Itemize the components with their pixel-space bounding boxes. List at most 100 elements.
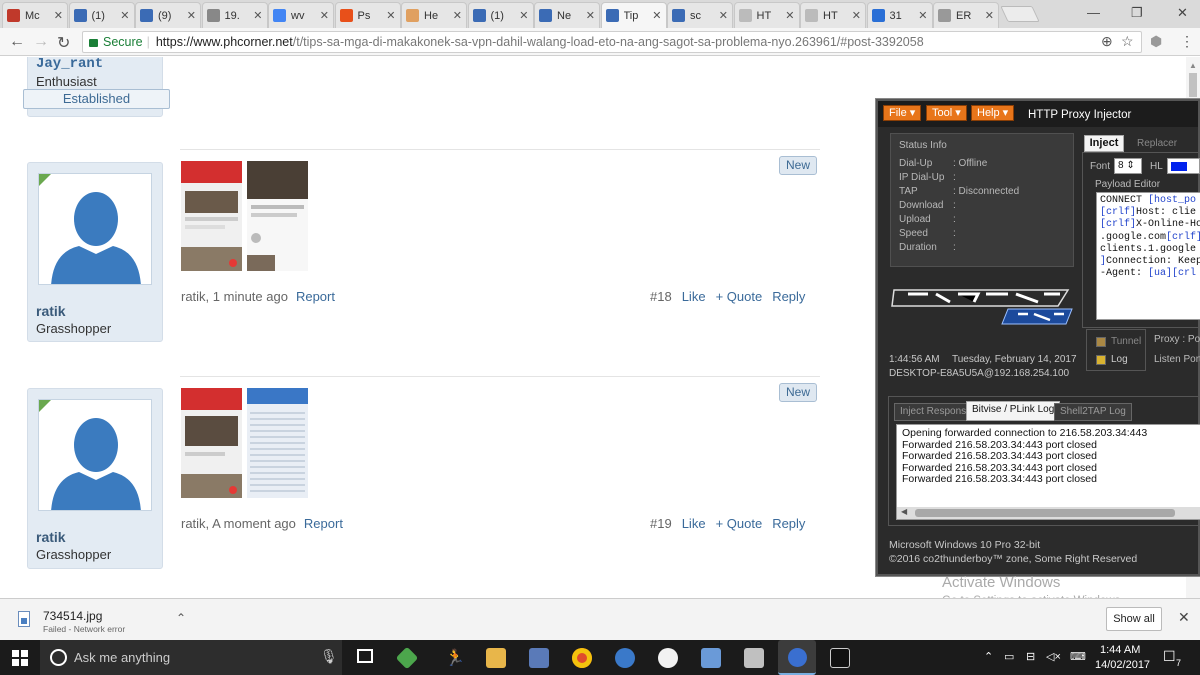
file-explorer-icon[interactable] — [486, 648, 506, 668]
log-checkbox[interactable] — [1096, 355, 1106, 365]
kodi-icon[interactable] — [615, 648, 635, 668]
battery-icon[interactable]: ▭ — [1004, 650, 1014, 663]
close-window-icon[interactable]: ✕ — [1177, 5, 1188, 21]
chrome-icon[interactable] — [572, 648, 592, 668]
tool-menu[interactable]: Tool ▾ — [926, 105, 967, 121]
like-link[interactable]: Like — [682, 289, 706, 304]
payload-editor[interactable]: CONNECT [host_po [crlf]Host: clie [crlf]… — [1096, 192, 1200, 320]
post-author-name[interactable]: ratik — [36, 303, 66, 319]
tab-close-icon[interactable]: ✕ — [453, 9, 462, 22]
browser-tab[interactable]: (1) ✕ — [68, 2, 135, 28]
browser-tab[interactable]: Ps ✕ — [334, 2, 401, 28]
zoom-icon[interactable]: ⊕ — [1101, 33, 1113, 50]
show-all-button[interactable]: Show all — [1106, 607, 1162, 631]
post-author-time[interactable]: ratik, A moment ago — [181, 516, 296, 531]
attachment-thumbnail[interactable] — [247, 161, 308, 271]
close-download-bar-icon[interactable]: ✕ — [1178, 609, 1190, 626]
tab-close-icon[interactable]: ✕ — [652, 9, 661, 22]
new-tab-button[interactable] — [1000, 6, 1040, 22]
browser-tab[interactable]: 31 ✕ — [866, 2, 933, 28]
microphone-icon[interactable]: 🎙 — [320, 648, 338, 665]
clock-time[interactable]: 1:44 AM — [1100, 644, 1140, 656]
browser-tab[interactable]: HT ✕ — [733, 2, 800, 28]
browser-tab[interactable]: Ne ✕ — [534, 2, 600, 28]
post-number[interactable]: #18 — [650, 289, 672, 304]
tab-shell2tap-log[interactable]: Shell2TAP Log — [1054, 403, 1132, 421]
reload-icon[interactable]: ↻ — [57, 33, 70, 53]
quote-link[interactable]: + Quote — [716, 516, 763, 531]
highlight-color-select[interactable] — [1167, 158, 1200, 174]
tab-close-icon[interactable]: ✕ — [586, 9, 595, 22]
browser-tab[interactable]: wv ✕ — [268, 2, 334, 28]
browser-tab[interactable]: (1) ✕ — [467, 2, 534, 28]
menu-dots-icon[interactable]: ⋮ — [1180, 33, 1194, 50]
forward-arrow-icon[interactable]: → — [33, 33, 49, 51]
help-menu[interactable]: Help ▾ — [971, 105, 1015, 121]
back-arrow-icon[interactable]: ← — [9, 33, 25, 51]
app-notepad-icon[interactable] — [701, 648, 721, 668]
tab-plink-log[interactable]: Bitvise / PLink Log — [966, 401, 1061, 421]
keyboard-icon[interactable]: ⌨ — [1070, 650, 1086, 663]
tab-close-icon[interactable]: ✕ — [852, 9, 861, 22]
avatar[interactable] — [38, 173, 152, 285]
psiphon-icon[interactable] — [658, 648, 678, 668]
browser-tab[interactable]: 19. ✕ — [201, 2, 268, 28]
browser-tab[interactable]: Mc ✕ — [2, 2, 68, 28]
chevron-up-icon[interactable]: ⌃ — [176, 611, 186, 625]
browser-tab[interactable]: HT ✕ — [800, 2, 866, 28]
tab-replacer[interactable]: Replacer — [1125, 136, 1200, 152]
log-horizontal-scrollbar[interactable]: ◀ — [897, 507, 1200, 519]
clock-date[interactable]: 14/02/2017 — [1095, 659, 1150, 671]
bookmark-star-icon[interactable]: ☆ — [1121, 33, 1134, 50]
app-printer-icon[interactable] — [744, 648, 764, 668]
download-filename[interactable]: 734514.jpg — [43, 609, 102, 623]
browser-tab[interactable]: ER ✕ — [933, 2, 999, 28]
tab-close-icon[interactable]: ✕ — [253, 9, 262, 22]
prev-user-name[interactable]: Jay_rant — [36, 57, 103, 72]
task-view-icon[interactable] — [357, 649, 373, 663]
browser-tab[interactable]: (9) ✕ — [135, 2, 201, 28]
tab-close-icon[interactable]: ✕ — [187, 9, 196, 22]
maximize-icon[interactable]: ❐ — [1131, 5, 1143, 21]
reply-link[interactable]: Reply — [772, 289, 805, 304]
scroll-thumb[interactable] — [1189, 73, 1197, 97]
tab-close-icon[interactable]: ✕ — [120, 9, 129, 22]
volume-icon[interactable]: ◁× — [1046, 650, 1061, 663]
tab-close-icon[interactable]: ✕ — [386, 9, 395, 22]
minimize-icon[interactable]: — — [1087, 5, 1100, 20]
network-icon[interactable]: ⊟ — [1026, 650, 1035, 663]
app-proxy-injector-icon[interactable] — [778, 640, 816, 675]
report-link[interactable]: Report — [304, 516, 343, 531]
browser-tab[interactable]: sc ✕ — [667, 2, 733, 28]
terminal-icon[interactable] — [830, 648, 850, 668]
app-network-icon[interactable] — [529, 648, 549, 668]
attachment-thumbnail[interactable] — [181, 388, 242, 498]
tab-close-icon[interactable]: ✕ — [719, 9, 728, 22]
report-link[interactable]: Report — [296, 289, 335, 304]
tab-close-icon[interactable]: ✕ — [519, 9, 528, 22]
browser-tab[interactable]: Tip ✕ — [600, 2, 667, 28]
quote-link[interactable]: + Quote — [716, 289, 763, 304]
tab-close-icon[interactable]: ✕ — [54, 9, 63, 22]
post-author-time[interactable]: ratik, 1 minute ago — [181, 289, 288, 304]
app-runner-icon[interactable]: 🏃 — [445, 648, 465, 668]
avatar[interactable] — [38, 399, 152, 511]
action-center-icon[interactable]: ☐ — [1163, 648, 1176, 665]
tab-inject-response[interactable]: Inject Respons — [894, 403, 973, 421]
tab-close-icon[interactable]: ✕ — [785, 9, 794, 22]
app-green-diamond-icon[interactable] — [395, 646, 419, 670]
reply-link[interactable]: Reply — [772, 516, 805, 531]
tab-close-icon[interactable]: ✕ — [985, 9, 994, 22]
file-menu[interactable]: File ▾ — [883, 105, 922, 121]
attachment-thumbnail[interactable] — [247, 388, 308, 498]
font-size-stepper[interactable]: 8 ⇕ — [1114, 158, 1142, 174]
post-number[interactable]: #19 — [650, 516, 672, 531]
windows-start-icon[interactable] — [12, 650, 28, 666]
tab-inject[interactable]: Inject — [1084, 135, 1124, 152]
attachment-thumbnail[interactable] — [181, 161, 242, 271]
tab-close-icon[interactable]: ✕ — [320, 9, 329, 22]
tray-chevron-icon[interactable]: ⌃ — [984, 650, 993, 663]
extension-icon[interactable]: ⬢ — [1150, 33, 1162, 50]
tunnel-checkbox[interactable] — [1096, 337, 1106, 347]
post-author-name[interactable]: ratik — [36, 529, 66, 545]
